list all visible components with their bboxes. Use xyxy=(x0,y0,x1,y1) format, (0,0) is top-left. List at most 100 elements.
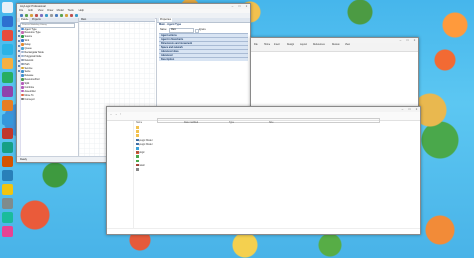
palette-item-label: Queue xyxy=(24,47,32,51)
palette-item-icon xyxy=(21,35,24,38)
desktop-shortcut-icon[interactable] xyxy=(2,226,13,237)
property-section[interactable]: Advanced Java xyxy=(159,49,248,53)
palette-category-icon[interactable] xyxy=(17,35,20,37)
toolbar-button-icon[interactable] xyxy=(30,14,33,17)
column-header-name[interactable]: Name xyxy=(136,121,142,125)
column-header-type[interactable]: Type xyxy=(229,121,234,125)
tab-main[interactable]: Main xyxy=(79,18,155,22)
status-text: Ready xyxy=(20,158,27,161)
document-page[interactable] xyxy=(254,52,415,114)
palette-category-icon[interactable] xyxy=(17,45,20,47)
toolbar-button-icon[interactable] xyxy=(45,14,48,17)
ribbon-tab-insert[interactable]: Insert xyxy=(274,44,280,47)
palette-category-icon[interactable] xyxy=(17,30,20,32)
toolbar-button-icon[interactable] xyxy=(60,14,63,17)
property-section[interactable]: Description xyxy=(159,57,248,61)
toolbar-button-icon[interactable] xyxy=(40,14,43,17)
desktop-shortcut-icon[interactable] xyxy=(2,100,13,111)
property-section[interactable]: Agent in flowcharts xyxy=(159,37,248,41)
palette-item-icon xyxy=(21,47,24,50)
palette-item-label: Conveyor xyxy=(24,97,35,101)
toolbar-button-icon[interactable] xyxy=(50,14,53,17)
toolbar-button-icon[interactable] xyxy=(70,14,73,17)
desktop-shortcut-icon[interactable] xyxy=(2,2,13,13)
back-icon[interactable]: ← xyxy=(110,113,112,116)
palette-panel: Palette Projects Process Modeling Librar… xyxy=(17,18,79,156)
desktop-shortcut-icon[interactable] xyxy=(2,72,13,83)
property-section[interactable]: Space and network xyxy=(159,45,248,49)
palette-item-icon xyxy=(21,27,24,30)
file-explorer-window: – □ × ← → ↑ Name Date modified Type Size Any… xyxy=(106,106,421,235)
palette-item-icon xyxy=(21,62,24,66)
file-row[interactable] xyxy=(134,168,419,172)
ribbon-tab-design[interactable]: Design xyxy=(287,44,294,47)
ribbon-tab-view[interactable]: View xyxy=(345,44,350,47)
palette-category-icon[interactable] xyxy=(17,60,20,62)
desktop-shortcut-icon[interactable] xyxy=(2,198,13,209)
ribbon-tab-references[interactable]: References xyxy=(313,44,325,47)
palette-item-label: Agent Type xyxy=(24,27,37,31)
palette-category-icon[interactable] xyxy=(17,65,20,67)
palette-item-label: Polygonal Node xyxy=(24,55,42,58)
palette-item-label: ResourcePool xyxy=(24,78,40,82)
desktop-shortcut-icon[interactable] xyxy=(2,142,13,153)
toolbar-button-icon[interactable] xyxy=(25,14,28,17)
desktop-shortcut-icon[interactable] xyxy=(2,212,13,223)
palette-item-label: Network xyxy=(24,58,34,62)
palette-category-icon[interactable] xyxy=(17,50,20,52)
palette-item-icon xyxy=(21,70,24,73)
palette-item-icon xyxy=(21,74,24,77)
column-header-date-modified[interactable]: Date modified xyxy=(184,121,198,125)
desktop-shortcut-icon[interactable] xyxy=(2,128,13,139)
up-icon[interactable]: ↑ xyxy=(120,113,121,116)
toolbar-button-icon[interactable] xyxy=(75,14,78,17)
nav-item[interactable] xyxy=(110,155,132,158)
forward-icon[interactable]: → xyxy=(115,113,117,116)
palette-item-label: Move To xyxy=(24,94,34,97)
ribbon-tab-home[interactable]: Home xyxy=(264,44,270,47)
palette-item[interactable]: Conveyor xyxy=(21,97,76,102)
toolbar-button-icon[interactable] xyxy=(35,14,38,17)
tab-properties[interactable]: Properties xyxy=(159,18,172,22)
ribbon-tab-review[interactable]: Review xyxy=(332,44,340,47)
ribbon-tab-layout[interactable]: Layout xyxy=(300,44,307,47)
property-section[interactable]: Advanced xyxy=(159,53,248,57)
palette-category-icon[interactable] xyxy=(17,40,20,42)
palette-item-label: Release xyxy=(24,74,34,78)
tab-projects[interactable]: Projects xyxy=(31,18,42,22)
palette-item-icon xyxy=(21,31,24,34)
palette-item-label: Seize xyxy=(24,70,31,74)
palette-item-icon xyxy=(21,93,24,97)
palette-item-icon xyxy=(21,78,24,81)
desktop-shortcut-icon[interactable] xyxy=(2,114,13,125)
desktop-shortcut-icon[interactable] xyxy=(2,156,13,167)
file-icon xyxy=(136,126,139,129)
palette-item-label: Service xyxy=(24,66,33,70)
file-icon xyxy=(136,168,139,171)
property-section[interactable]: Dimensions and movement xyxy=(159,41,248,45)
desktop-shortcut-icon[interactable] xyxy=(2,86,13,97)
toolbar-button-icon[interactable] xyxy=(65,14,68,17)
property-section[interactable]: Agent actions xyxy=(159,33,248,37)
desktop-shortcut-icon[interactable] xyxy=(2,30,13,41)
explorer-toolbar: ← → ↑ xyxy=(107,112,420,123)
document-ribbon: File Home Insert Design Layout References Revi… xyxy=(251,43,418,52)
palette-item-icon xyxy=(21,39,24,42)
toolbar-button-icon[interactable] xyxy=(20,14,23,17)
desktop-shortcut-icon[interactable] xyxy=(2,16,13,27)
column-header-size[interactable]: Size xyxy=(269,121,273,125)
toolbar-button-icon[interactable] xyxy=(55,14,58,17)
tab-palette[interactable]: Palette xyxy=(20,18,30,22)
palette-item-icon xyxy=(21,58,24,62)
palette-category-icon[interactable] xyxy=(17,70,20,72)
desktop-shortcut-icon[interactable] xyxy=(2,184,13,195)
file-icon xyxy=(136,155,139,158)
ignore-label: Ignore xyxy=(199,28,206,31)
palette-category-icon[interactable] xyxy=(17,55,20,57)
ribbon-tab-file[interactable]: File xyxy=(254,44,258,47)
desktop-shortcut-icon[interactable] xyxy=(2,170,13,181)
palette-item-icon xyxy=(21,54,24,58)
desktop-shortcut-icon[interactable] xyxy=(2,58,13,69)
desktop-shortcut-icon[interactable] xyxy=(2,44,13,55)
properties-header: Main - Agent Type xyxy=(159,23,182,26)
